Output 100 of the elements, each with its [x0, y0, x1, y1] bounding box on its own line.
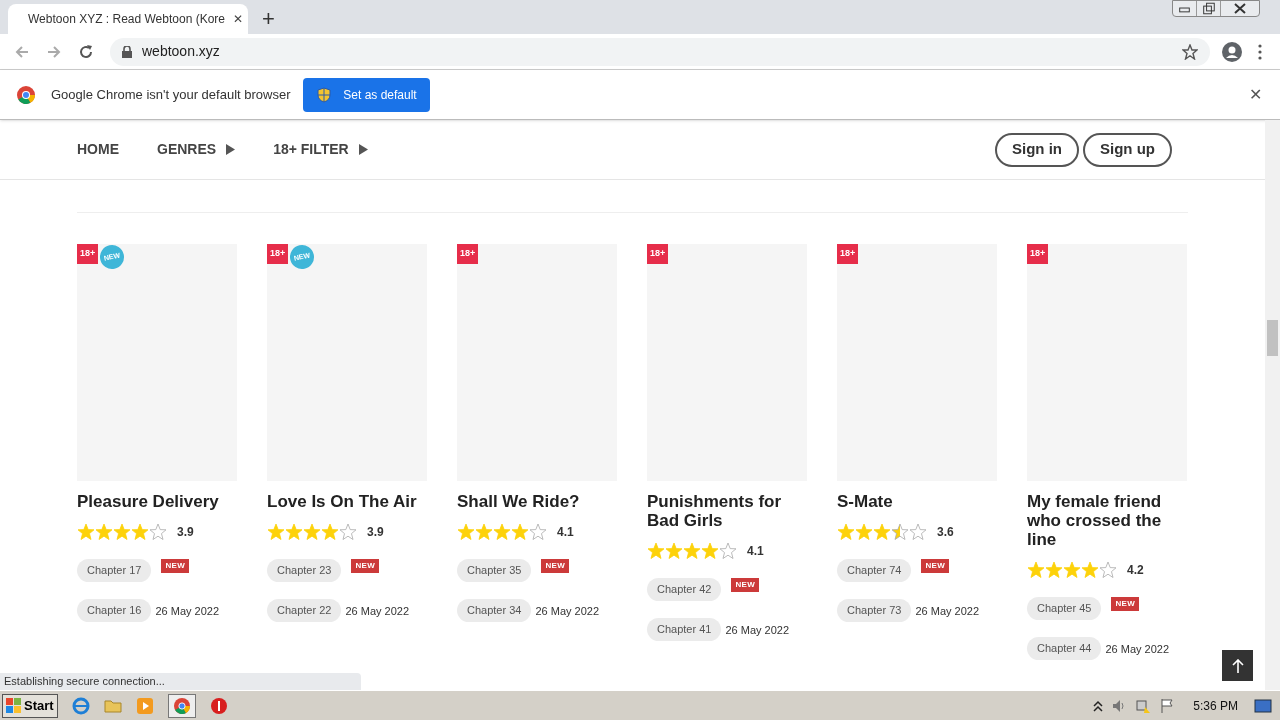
new-tab-button[interactable]: +: [262, 8, 275, 30]
chapter-date: 26 May 2022: [725, 623, 790, 638]
stop-icon[interactable]: [209, 696, 228, 715]
star-icon: [285, 523, 303, 541]
chapter-link[interactable]: Chapter 16: [77, 599, 152, 622]
menu-icon[interactable]: [1258, 43, 1262, 60]
chevron-up-icon[interactable]: [1093, 699, 1104, 712]
start-button[interactable]: Start: [2, 693, 58, 718]
star-icon: [873, 523, 891, 541]
rating-value: 3.9: [177, 524, 194, 541]
tab-title: Webtoon XYZ : Read Webtoon (Kore: [28, 11, 225, 28]
address-bar[interactable]: webtoon.xyz: [110, 37, 1210, 66]
cover-placeholder[interactable]: 18+: [647, 244, 807, 481]
chapter-date: 26 May 2022: [915, 604, 980, 619]
new-tag: NEW: [1111, 597, 1140, 611]
star-icon: [891, 523, 909, 541]
chapter-link[interactable]: Chapter 73: [837, 599, 912, 622]
star-icon: [113, 523, 131, 541]
star-icon: [1045, 561, 1063, 579]
star-icon: [665, 542, 683, 560]
url-text: webtoon.xyz: [142, 42, 221, 61]
chapter-link[interactable]: Chapter 41: [647, 618, 722, 641]
rating-value: 3.6: [937, 524, 954, 541]
chapter-date: 26 May 2022: [535, 604, 600, 619]
age-badge: 18+: [77, 244, 99, 264]
star-icon: [511, 523, 529, 541]
age-badge: 18+: [1027, 244, 1049, 264]
lock-icon: [122, 45, 132, 58]
star-icon: [475, 523, 493, 541]
new-tag: NEW: [541, 559, 570, 573]
star-icon[interactable]: [1182, 43, 1198, 60]
nav-link[interactable]: HOME: [77, 139, 119, 160]
new-tag: NEW: [731, 578, 760, 592]
comic-title[interactable]: Pleasure Delivery: [77, 492, 237, 511]
browser-icon[interactable]: [71, 696, 90, 715]
infobar-message: Google Chrome isn't your default browser: [51, 85, 291, 104]
age-badge: 18+: [647, 244, 669, 264]
star-icon: [131, 523, 149, 541]
star-icon: [837, 523, 855, 541]
set-default-button[interactable]: Set as default: [303, 77, 431, 112]
comic-title[interactable]: Love Is On The Air: [267, 492, 427, 511]
star-icon: [855, 523, 873, 541]
star-icon: [683, 542, 701, 560]
close-icon[interactable]: ✕: [1249, 82, 1262, 107]
chapter-link[interactable]: Chapter 44: [1027, 637, 1102, 660]
reload-icon[interactable]: [78, 43, 94, 60]
star-icon: [77, 523, 95, 541]
taskbar-app[interactable]: [167, 693, 196, 718]
auth-button[interactable]: Sign in: [995, 132, 1079, 167]
age-badge: 18+: [457, 244, 479, 264]
flag-icon[interactable]: [1159, 697, 1176, 714]
star-icon: [647, 542, 665, 560]
comic-title[interactable]: My female friend who crossed the line: [1027, 492, 1187, 549]
comic-title[interactable]: Shall We Ride?: [457, 492, 617, 511]
star-icon: [1081, 561, 1099, 579]
chapter-link[interactable]: Chapter 22: [267, 599, 342, 622]
cover-placeholder[interactable]: 18+: [457, 244, 617, 481]
chapter-date: 26 May 2022: [345, 604, 410, 619]
star-icon: [321, 523, 339, 541]
auth-button[interactable]: Sign up: [1083, 132, 1172, 167]
star-icon: [701, 542, 719, 560]
shield-icon: [317, 86, 332, 103]
chapter-link[interactable]: Chapter 74: [837, 559, 912, 582]
new-tag: NEW: [161, 559, 190, 573]
new-tag: NEW: [351, 559, 380, 573]
comic-title[interactable]: Punishments for Bad Girls: [647, 492, 807, 530]
chapter-link[interactable]: Chapter 35: [457, 559, 532, 582]
star-icon: [95, 523, 113, 541]
new-tag: NEW: [921, 559, 950, 573]
chrome-logo-icon: [17, 85, 35, 104]
chapter-link[interactable]: Chapter 42: [647, 578, 722, 601]
chapter-date: 26 May 2022: [1105, 642, 1170, 657]
star-icon: [1063, 561, 1081, 579]
comic-title[interactable]: S-Mate: [837, 492, 997, 511]
clock: 5:36 PM: [1193, 697, 1238, 715]
status-bubble: Establishing secure connection...: [0, 673, 361, 690]
age-badge: 18+: [267, 244, 289, 264]
chapter-link[interactable]: Chapter 23: [267, 559, 342, 582]
star-icon: [457, 523, 475, 541]
close-icon[interactable]: ✕: [233, 10, 243, 28]
age-badge: 18+: [837, 244, 859, 264]
chapter-link[interactable]: Chapter 17: [77, 559, 152, 582]
cover-placeholder[interactable]: 18+: [1027, 244, 1187, 481]
profile-icon[interactable]: [1222, 41, 1242, 62]
back-to-top-button[interactable]: [1222, 650, 1253, 681]
chapter-date: 26 May 2022: [155, 604, 220, 619]
browser-tab[interactable]: Webtoon XYZ : Read Webtoon (Kore ✕: [8, 4, 248, 34]
rating-value: 4.2: [1127, 562, 1144, 579]
chapter-link[interactable]: Chapter 34: [457, 599, 532, 622]
star-icon: [267, 523, 285, 541]
chrome-logo-icon: [173, 697, 190, 714]
star-icon: [303, 523, 321, 541]
nav-link[interactable]: GENRES: [157, 139, 236, 160]
show-desktop-icon[interactable]: [1254, 697, 1272, 714]
star-icon: [1027, 561, 1045, 579]
chapter-link[interactable]: Chapter 45: [1027, 597, 1102, 620]
windows-logo-icon: [6, 697, 22, 714]
cover-placeholder[interactable]: 18+: [837, 244, 997, 481]
nav-link[interactable]: 18+ FILTER: [273, 139, 368, 160]
star-icon: [493, 523, 511, 541]
